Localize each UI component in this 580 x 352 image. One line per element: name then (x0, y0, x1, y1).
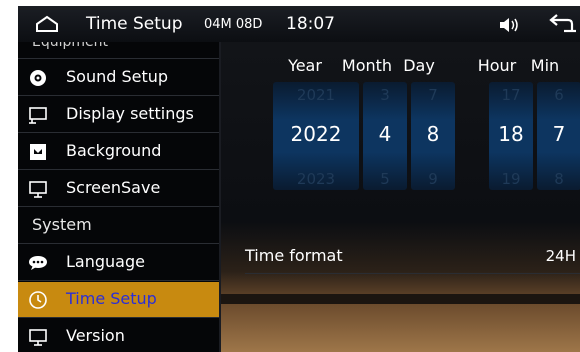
back-icon[interactable] (546, 14, 578, 36)
settings-sidebar: Equipment Sound Setup Display settings B… (18, 42, 219, 352)
time-setup-panel: Year Month Day Hour Min 2021 2022 2023 3… (221, 42, 580, 352)
home-icon[interactable] (34, 14, 60, 34)
year-prev: 2021 (296, 86, 336, 104)
year-next: 2023 (296, 170, 336, 188)
sidebar-header-label: System (32, 215, 92, 234)
month-value: 4 (378, 122, 392, 146)
volume-icon[interactable] (498, 15, 520, 35)
sidebar-item-label: Background (66, 141, 162, 160)
time-format-label: Time format (245, 246, 343, 265)
language-icon (29, 256, 47, 270)
top-bar: Time Setup 04M 08D 18:07 (18, 6, 580, 42)
time-format-row[interactable]: Time format 24H (245, 238, 580, 274)
screensave-icon (29, 181, 47, 198)
month-next: 5 (380, 170, 390, 188)
sidebar-header-equipment: Equipment (18, 42, 219, 59)
column-label-min: Min (530, 56, 560, 75)
sidebar-header-system: System (18, 208, 219, 244)
version-icon (29, 329, 47, 346)
display-icon (29, 107, 47, 124)
clock: 18:07 (286, 14, 335, 34)
min-next: 8 (554, 170, 564, 188)
background-icon (30, 144, 46, 160)
hour-next: 19 (501, 170, 521, 188)
hour-prev: 17 (501, 86, 521, 104)
month-picker[interactable]: 3 4 5 (363, 82, 407, 190)
hour-value: 18 (498, 122, 524, 146)
column-label-month: Month (341, 56, 393, 75)
hour-picker[interactable]: 17 18 19 (489, 82, 533, 190)
year-value: 2022 (290, 122, 342, 146)
sidebar-item-time-setup[interactable]: Time Setup (18, 282, 219, 318)
sidebar-item-label: Sound Setup (66, 67, 169, 86)
sidebar-item-label: Display settings (66, 104, 194, 123)
sidebar-item-display-settings[interactable]: Display settings (18, 97, 219, 133)
column-label-day: Day (403, 56, 435, 75)
sidebar-header-label: Equipment (32, 42, 108, 50)
sidebar-item-label: Time Setup (66, 289, 157, 308)
sidebar-item-label: Language (66, 252, 145, 271)
sidebar-item-background[interactable]: Background (18, 134, 219, 170)
month-prev: 3 (380, 86, 390, 104)
year-picker[interactable]: 2021 2022 2023 (273, 82, 359, 190)
page-title: Time Setup (86, 14, 183, 34)
sound-icon (30, 70, 46, 86)
day-next: 9 (428, 170, 438, 188)
wood-shelf-edge (221, 294, 580, 304)
column-label-hour: Hour (477, 56, 517, 75)
sidebar-item-label: ScreenSave (66, 178, 161, 197)
sidebar-item-version[interactable]: Version (18, 319, 219, 352)
day-prev: 7 (428, 86, 438, 104)
day-picker[interactable]: 7 8 9 (411, 82, 455, 190)
sidebar-item-label: Version (66, 326, 125, 345)
sidebar-item-language[interactable]: Language (18, 245, 219, 281)
date-info: 04M 08D (204, 17, 263, 32)
sidebar-item-sound-setup[interactable]: Sound Setup (18, 60, 219, 96)
clock-icon (29, 291, 47, 309)
day-value: 8 (426, 122, 440, 146)
time-format-value[interactable]: 24H (546, 247, 576, 265)
head-unit-screen: Time Setup 04M 08D 18:07 Equipment Sound… (18, 6, 580, 352)
sidebar-item-screensave[interactable]: ScreenSave (18, 171, 219, 207)
min-picker[interactable]: 6 7 8 (537, 82, 580, 190)
min-prev: 6 (554, 86, 564, 104)
column-label-year: Year (288, 56, 322, 75)
min-value: 7 (552, 122, 566, 146)
